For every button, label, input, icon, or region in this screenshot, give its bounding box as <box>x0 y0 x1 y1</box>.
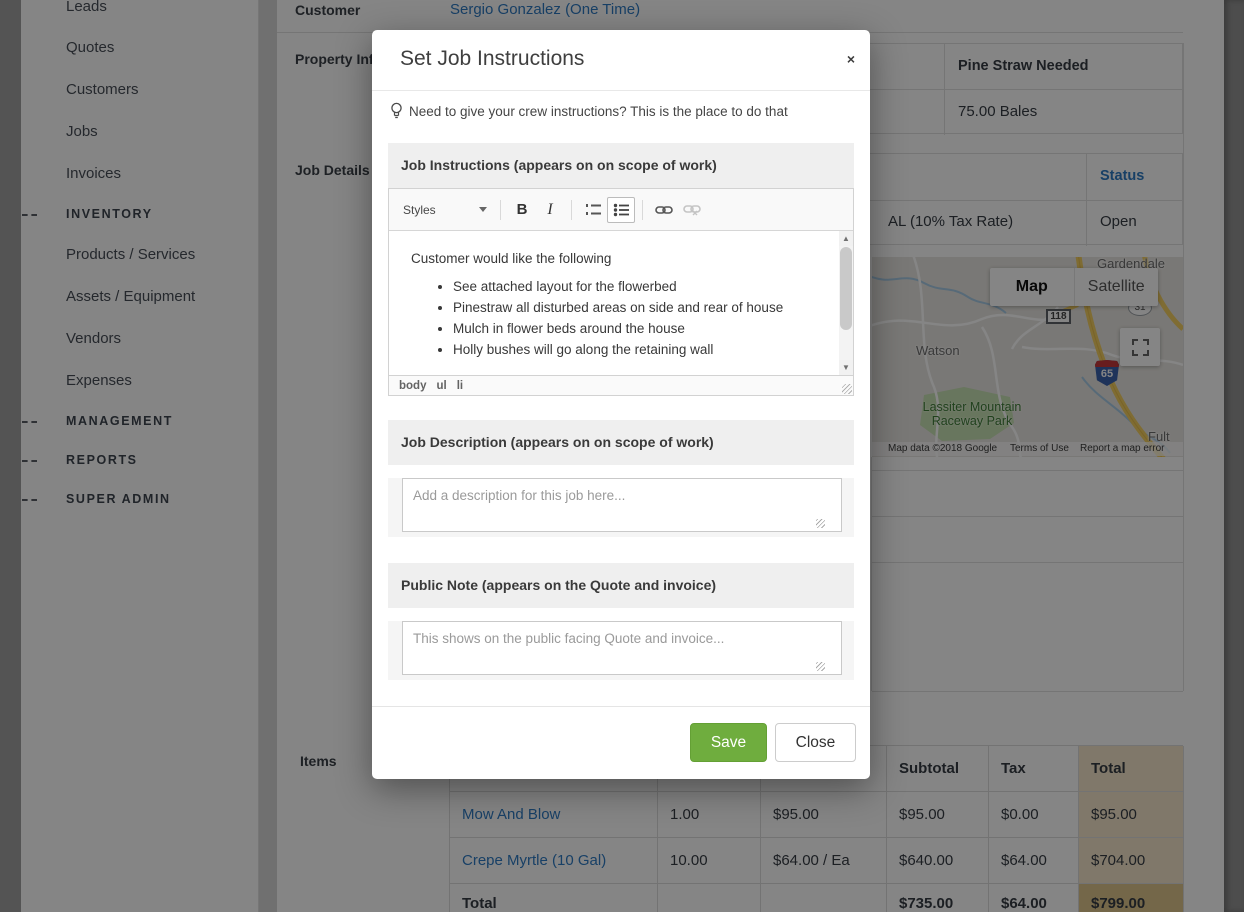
lightbulb-icon <box>390 102 403 120</box>
editor-bullet: Pinestraw all disturbed areas on side an… <box>453 300 833 315</box>
styles-dropdown[interactable]: Styles <box>397 198 493 222</box>
close-icon[interactable]: × <box>847 52 855 66</box>
editor-bullet: See attached layout for the flowerbed <box>453 279 833 294</box>
modal-hint: Need to give your crew instructions? Thi… <box>390 102 788 120</box>
bullet-list-icon <box>613 203 630 217</box>
public-note-field-wrap <box>402 621 840 680</box>
path-item-li[interactable]: li <box>457 380 463 392</box>
set-job-instructions-modal: Set Job Instructions × Need to give your… <box>372 30 870 779</box>
scroll-up-icon[interactable]: ▲ <box>839 231 853 246</box>
public-note-header: Public Note (appears on the Quote and in… <box>388 563 854 608</box>
job-description-input[interactable] <box>402 478 842 532</box>
editor-scrollbar[interactable]: ▲ ▼ <box>839 231 853 375</box>
rich-text-editor: Styles B I <box>388 188 854 396</box>
divider <box>372 90 870 91</box>
public-note-body <box>388 621 854 680</box>
editor-resize-grip[interactable] <box>842 384 852 394</box>
editor-element-path: body ul li <box>389 375 853 395</box>
scroll-down-icon[interactable]: ▼ <box>839 360 853 375</box>
unlink-icon <box>683 204 701 216</box>
bold-button[interactable]: B <box>508 197 536 223</box>
numbered-list-button[interactable] <box>579 197 607 223</box>
path-item-ul[interactable]: ul <box>436 380 446 392</box>
editor-bullet: Holly bushes will go along the retaining… <box>453 342 833 357</box>
job-description-body <box>388 478 854 537</box>
editor-document: Customer would like the following See at… <box>389 231 839 363</box>
modal-title: Set Job Instructions <box>400 47 584 71</box>
link-icon <box>655 205 673 215</box>
editor-content-area[interactable]: Customer would like the following See at… <box>389 231 853 375</box>
divider <box>372 706 870 707</box>
path-item-body[interactable]: body <box>399 380 426 392</box>
numbered-list-icon <box>585 203 602 217</box>
close-button[interactable]: Close <box>775 723 856 762</box>
toolbar-separator <box>500 200 501 220</box>
toolbar-separator <box>642 200 643 220</box>
public-note-input[interactable] <box>402 621 842 675</box>
job-description-field-wrap <box>402 478 840 537</box>
chevron-down-icon <box>479 207 487 212</box>
public-note-section: Public Note (appears on the Quote and in… <box>388 563 854 693</box>
job-instructions-header: Job Instructions (appears on on scope of… <box>388 143 854 188</box>
job-instructions-section: Job Instructions (appears on on scope of… <box>388 143 854 396</box>
editor-toolbar: Styles B I <box>389 189 853 231</box>
styles-dropdown-label: Styles <box>403 203 479 217</box>
editor-bullet-list: See attached layout for the flowerbed Pi… <box>411 279 833 357</box>
remove-link-button[interactable] <box>678 197 706 223</box>
editor-paragraph: Customer would like the following <box>411 251 833 266</box>
editor-bullet: Mulch in flower beds around the house <box>453 321 833 336</box>
insert-link-button[interactable] <box>650 197 678 223</box>
toolbar-separator <box>571 200 572 220</box>
save-button[interactable]: Save <box>690 723 767 762</box>
modal-hint-text: Need to give your crew instructions? Thi… <box>409 104 788 119</box>
scrollbar-thumb[interactable] <box>840 247 852 330</box>
job-description-header: Job Description (appears on on scope of … <box>388 420 854 465</box>
bullet-list-button[interactable] <box>607 197 635 223</box>
italic-button[interactable]: I <box>536 197 564 223</box>
job-description-section: Job Description (appears on on scope of … <box>388 420 854 550</box>
